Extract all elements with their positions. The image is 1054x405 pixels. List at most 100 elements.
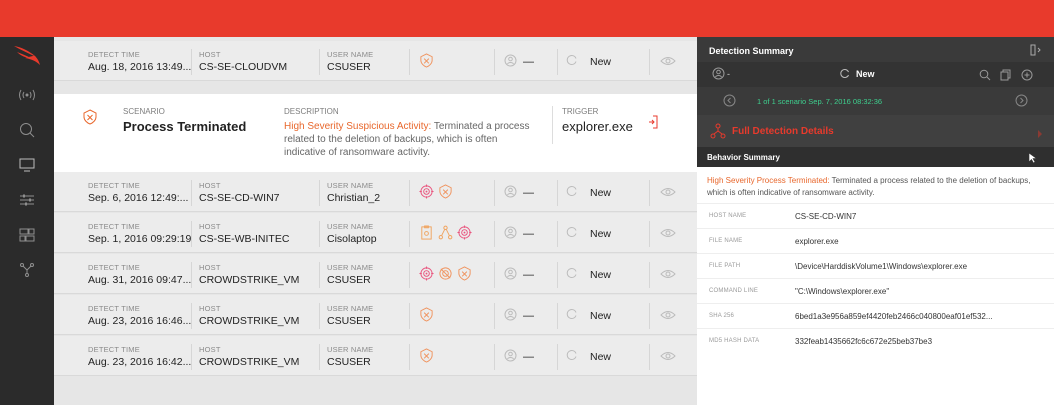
assignee-cell[interactable]: — — [504, 349, 534, 365]
divider — [649, 180, 650, 206]
divider — [649, 49, 650, 75]
divider — [191, 180, 192, 206]
status-cell[interactable]: New — [566, 267, 611, 282]
field-key: FILE NAME — [709, 238, 743, 244]
status-cell[interactable]: New — [566, 54, 611, 69]
table-row[interactable]: DETECT TIME Aug. 18, 2016 13:49... HOST CS-… — [54, 41, 697, 81]
severity-icons — [419, 307, 434, 327]
field-key: MD5 HASH DATA — [709, 338, 760, 344]
host-label: HOST — [199, 181, 221, 190]
assignee-value: — — [523, 351, 534, 363]
table-row[interactable]: DETECT TIME Aug. 23, 2016 16:46... HOST CRO… — [54, 295, 697, 335]
table-row[interactable]: DETECT TIME Sep. 1, 2016 09:29:19 HOST CS-S… — [54, 213, 697, 253]
status-dropdown[interactable]: New — [839, 68, 875, 79]
table-row[interactable]: DETECT TIME Aug. 23, 2016 16:42... HOST CRO… — [54, 336, 697, 376]
field-value[interactable]: 332feab1435662fc6c672e25beb37be3 — [795, 337, 932, 346]
divider — [649, 344, 650, 370]
host-value[interactable]: CS-SE-CLOUDVM — [199, 61, 287, 73]
table-row[interactable]: DETECT TIME Sep. 6, 2016 12:49:... HOST CS-… — [54, 172, 697, 212]
user-name-value: CSUSER — [327, 315, 371, 327]
view-eye-icon[interactable] — [660, 187, 676, 197]
assignee-cell[interactable]: — — [504, 185, 534, 201]
scenario-navigator: 1 of 1 scenario Sep. 7, 2016 08:32:36 — [697, 87, 1054, 115]
divider — [409, 262, 410, 288]
detect-time-value: Sep. 6, 2016 12:49:... — [88, 192, 189, 204]
detect-time-value: Aug. 23, 2016 16:42... — [88, 356, 192, 368]
shield-icon — [438, 184, 453, 204]
full-detection-details-link[interactable]: Full Detection Details — [697, 115, 1054, 147]
host-value[interactable]: CROWDSTRIKE_VM — [199, 274, 299, 286]
view-eye-icon[interactable] — [660, 310, 676, 320]
network-icon[interactable] — [0, 255, 54, 285]
assignee-cell[interactable]: — — [504, 267, 534, 283]
divider — [494, 180, 495, 206]
divider — [191, 344, 192, 370]
activity-icon[interactable] — [0, 80, 54, 110]
status-cell[interactable]: New — [566, 349, 611, 364]
table-row[interactable]: DETECT TIME Aug. 31, 2016 09:47... HOST CRO… — [54, 254, 697, 294]
host-value[interactable]: CROWDSTRIKE_VM — [199, 315, 299, 327]
user-icon — [504, 54, 517, 70]
detect-time-value: Aug. 18, 2016 13:49... — [88, 61, 192, 73]
view-eye-icon[interactable] — [660, 351, 676, 361]
copy-icon[interactable] — [1000, 68, 1012, 86]
shield-icon — [457, 266, 472, 286]
divider — [319, 344, 320, 370]
status-cell[interactable]: New — [566, 308, 611, 323]
add-icon[interactable] — [1021, 68, 1033, 86]
field-value[interactable]: explorer.exe — [795, 237, 839, 246]
divider — [649, 262, 650, 288]
assignee-cell[interactable]: — — [504, 308, 534, 324]
crowdstrike-falcon-logo[interactable] — [0, 37, 54, 73]
panel-toolbar: - New — [697, 62, 1054, 87]
field-value[interactable]: "C:\Windows\explorer.exe" — [795, 287, 889, 296]
previous-scenario-icon[interactable] — [723, 94, 736, 112]
field-value[interactable]: \Device\HarddiskVolume1\Windows\explorer… — [795, 262, 967, 271]
collapse-panel-icon[interactable] — [1030, 44, 1042, 58]
status-value: New — [590, 309, 612, 322]
target-icon — [419, 266, 434, 286]
assignee-dropdown[interactable]: - — [712, 67, 730, 80]
assignee-cell[interactable]: — — [504, 54, 534, 70]
host-value[interactable]: CS-SE-WB-INITEC — [199, 233, 289, 245]
divider — [557, 303, 558, 329]
divider — [319, 221, 320, 247]
view-eye-icon[interactable] — [660, 56, 676, 66]
shield-icon — [82, 109, 98, 130]
user-name-label: USER NAME — [327, 263, 374, 272]
user-icon — [504, 226, 517, 242]
divider — [409, 221, 410, 247]
behavior-summary-title: Behavior Summary — [707, 153, 780, 162]
view-eye-icon[interactable] — [660, 228, 676, 238]
search-icon[interactable] — [979, 68, 991, 86]
divider — [494, 303, 495, 329]
divider — [409, 344, 410, 370]
behavior-description: High Severity Process Terminated: Termin… — [707, 175, 1037, 199]
host-label: HOST — [199, 222, 221, 231]
field-value[interactable]: 6bed1a3e956a859ef4420feb2466c040800eaf01… — [795, 312, 993, 321]
open-process-icon[interactable] — [647, 115, 659, 134]
expanded-detection[interactable]: SCENARIO Process Terminated DESCRIPTION … — [54, 94, 697, 172]
shield-icon — [419, 348, 434, 368]
status-value: New — [590, 350, 612, 363]
monitor-icon[interactable] — [0, 150, 54, 180]
status-value: New — [856, 68, 875, 79]
scenario-value: Process Terminated — [123, 119, 247, 134]
scenario-counter: 1 of 1 scenario Sep. 7, 2016 08:32:36 — [757, 97, 883, 106]
dashboard-icon[interactable] — [0, 220, 54, 250]
user-name-value: Cisolaptop — [327, 233, 377, 245]
field-value[interactable]: CS-SE-CD-WIN7 — [795, 212, 856, 221]
search-icon[interactable] — [0, 115, 54, 145]
view-eye-icon[interactable] — [660, 269, 676, 279]
assignee-cell[interactable]: — — [504, 226, 534, 242]
next-scenario-icon[interactable] — [1015, 94, 1028, 112]
detect-time-label: DETECT TIME — [88, 304, 140, 313]
host-value[interactable]: CS-SE-CD-WIN7 — [199, 192, 280, 204]
sliders-icon[interactable] — [0, 185, 54, 215]
trigger-value[interactable]: explorer.exe — [562, 119, 633, 134]
status-cell[interactable]: New — [566, 226, 611, 241]
status-cell[interactable]: New — [566, 185, 611, 200]
divider — [319, 262, 320, 288]
host-value[interactable]: CROWDSTRIKE_VM — [199, 356, 299, 368]
top-banner — [0, 0, 1054, 37]
